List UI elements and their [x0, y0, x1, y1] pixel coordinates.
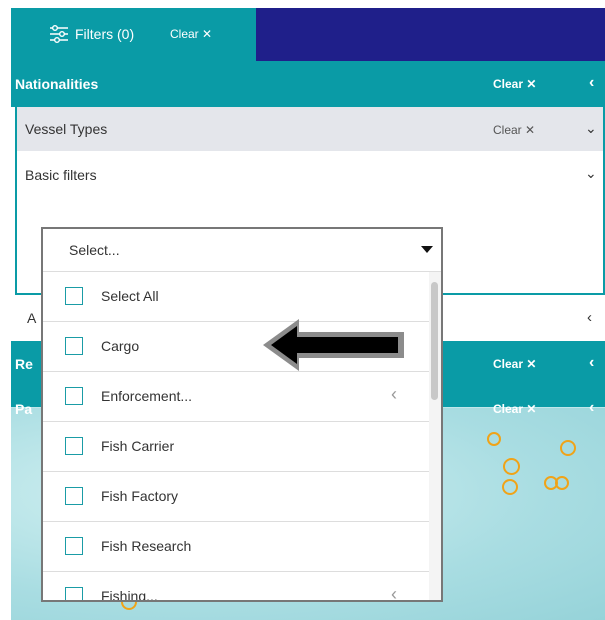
section-vessel-types[interactable]: Vessel Types Clear ✕ ⌄ [17, 107, 603, 151]
option-label: Fish Carrier [101, 438, 175, 454]
map-marker[interactable] [560, 440, 576, 456]
chevron-down-icon[interactable]: ⌄ [585, 120, 597, 137]
section-title: Pa [15, 401, 33, 417]
map-marker[interactable] [555, 476, 569, 490]
section-nationalities[interactable]: Nationalities Clear ✕ ‹ [11, 61, 605, 107]
dropdown-placeholder: Select... [69, 242, 120, 258]
filters-label: Filters (0) [75, 26, 135, 42]
checkbox[interactable] [65, 537, 83, 555]
option-enforcement[interactable]: Enforcement... ‹ [43, 372, 429, 422]
scrollbar-thumb[interactable] [431, 282, 438, 400]
checkbox[interactable] [65, 287, 83, 305]
chevron-left-icon[interactable]: ‹ [589, 74, 594, 92]
map-marker[interactable] [503, 458, 520, 475]
map-marker[interactable] [487, 432, 501, 446]
sliders-icon [50, 25, 68, 43]
option-fish-research[interactable]: Fish Research [43, 522, 429, 572]
clear-vessel-types-button[interactable]: Clear ✕ [493, 123, 535, 137]
checkbox[interactable] [65, 387, 83, 405]
option-label: Select All [101, 288, 159, 304]
chevron-left-icon[interactable]: ‹ [589, 354, 594, 372]
checkbox[interactable] [65, 437, 83, 455]
caret-down-icon[interactable] [421, 246, 433, 253]
option-fish-carrier[interactable]: Fish Carrier [43, 422, 429, 472]
option-label: Fish Research [101, 538, 192, 554]
top-bar: Filters (0) Clear ✕ [11, 8, 605, 61]
checkbox[interactable] [65, 337, 83, 355]
option-label: Fish Factory [101, 488, 179, 504]
close-icon: ✕ [526, 357, 537, 371]
section-title: A [27, 310, 37, 326]
section-title: Vessel Types [25, 121, 108, 137]
option-fishing[interactable]: Fishing... ‹ [43, 572, 429, 602]
option-label: Cargo [101, 338, 140, 354]
section-title: Nationalities [15, 76, 99, 92]
chevron-down-icon[interactable]: ⌄ [585, 165, 597, 182]
checkbox[interactable] [65, 487, 83, 505]
dropdown-scrollbar[interactable] [429, 272, 441, 600]
dropdown-select[interactable]: Select... [43, 229, 441, 272]
close-icon: ✕ [525, 123, 536, 137]
option-label: Enforcement... [101, 388, 193, 404]
close-icon: ✕ [526, 402, 537, 416]
section-title: Re [15, 356, 33, 372]
option-fish-factory[interactable]: Fish Factory [43, 472, 429, 522]
option-label: Fishing... [101, 588, 158, 602]
filters-tab[interactable]: Filters (0) Clear ✕ [11, 8, 256, 61]
clear-region-button[interactable]: Clear ✕ [493, 357, 536, 371]
chevron-left-icon[interactable]: ‹ [391, 584, 397, 600]
close-icon: ✕ [526, 77, 537, 91]
clear-nationalities-button[interactable]: Clear ✕ [493, 77, 536, 91]
section-title: Basic filters [25, 167, 97, 183]
chevron-left-icon[interactable]: ‹ [587, 309, 592, 326]
clear-all-button[interactable]: Clear ✕ [170, 27, 212, 41]
chevron-left-icon[interactable]: ‹ [391, 384, 397, 405]
app-frame: Filters (0) Clear ✕ Nationalities Clear … [11, 8, 605, 620]
chevron-left-icon[interactable]: ‹ [589, 399, 594, 417]
annotation-arrow-icon [263, 319, 404, 371]
clear-port-button[interactable]: Clear ✕ [493, 402, 536, 416]
close-icon: ✕ [202, 27, 213, 41]
checkbox[interactable] [65, 587, 83, 600]
vessel-type-dropdown[interactable]: Select... Select All Cargo Enforcement..… [41, 227, 443, 602]
map-marker[interactable] [502, 479, 518, 495]
